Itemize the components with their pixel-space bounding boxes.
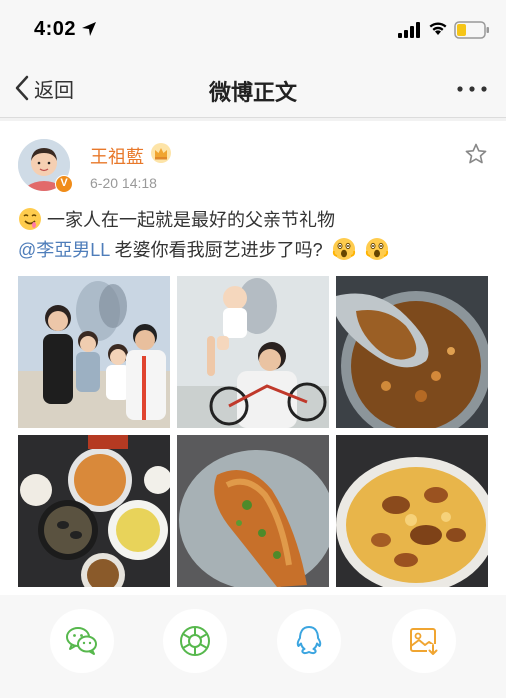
post-text-line-2: @李亞男LL 老婆你看我厨艺进步了吗? [18,235,490,265]
share-bar [0,595,506,698]
curry-dish-photo[interactable] [336,276,488,428]
wechat-icon [66,627,97,655]
more-options-icon[interactable] [452,80,492,98]
post-text: 一家人在一起就是最好的父亲节礼物 @李亞男LL 老婆你看我厨艺进步了吗? [18,205,490,265]
weibo-post: V 王祖藍 6-20 14:18 一家人在一起就是最好的父亲节礼物 @李亞男LL… [0,121,506,595]
shocked-face-emoji-icon [332,238,355,260]
crown-icon [151,143,171,163]
location-arrow-icon [82,22,96,36]
status-time: 4:02 [34,18,77,40]
moments-icon [180,626,210,656]
post-text-question: 老婆你看我厨艺进步了吗? [109,240,323,260]
user-name[interactable]: 王祖藍 [90,143,144,169]
wifi-icon [429,22,447,35]
save-image-icon [410,628,439,656]
shocked-face-emoji-icon [365,238,388,260]
page-title: 微博正文 [208,80,297,105]
mention-link[interactable]: @李亞男LL [18,240,110,260]
nav-bar: 返回 微博正文 [0,58,506,118]
share-wechat-button[interactable] [50,609,114,673]
post-text-main: 一家人在一起就是最好的父亲节礼物 [47,210,336,230]
drooling-face-emoji-icon [19,208,41,230]
post-text-line-1: 一家人在一起就是最好的父亲节礼物 [18,205,490,235]
dinner-table-photo[interactable] [18,435,170,587]
post-time: 6-20 14:18 [90,175,157,191]
family-photo-1[interactable] [18,276,170,428]
family-photo-2[interactable] [177,276,329,428]
baked-cheese-rice-photo[interactable] [336,435,488,587]
qq-icon [296,626,322,655]
grilled-fish-photo[interactable] [177,435,329,587]
battery-icon [454,21,489,39]
status-bar: 4:02 [0,0,506,58]
share-moments-button[interactable] [163,609,227,673]
save-image-button[interactable] [392,609,456,673]
star-icon[interactable] [464,142,488,166]
share-qq-button[interactable] [277,609,341,673]
verified-badge: V [55,175,73,193]
cellular-signal-icon [398,22,420,38]
